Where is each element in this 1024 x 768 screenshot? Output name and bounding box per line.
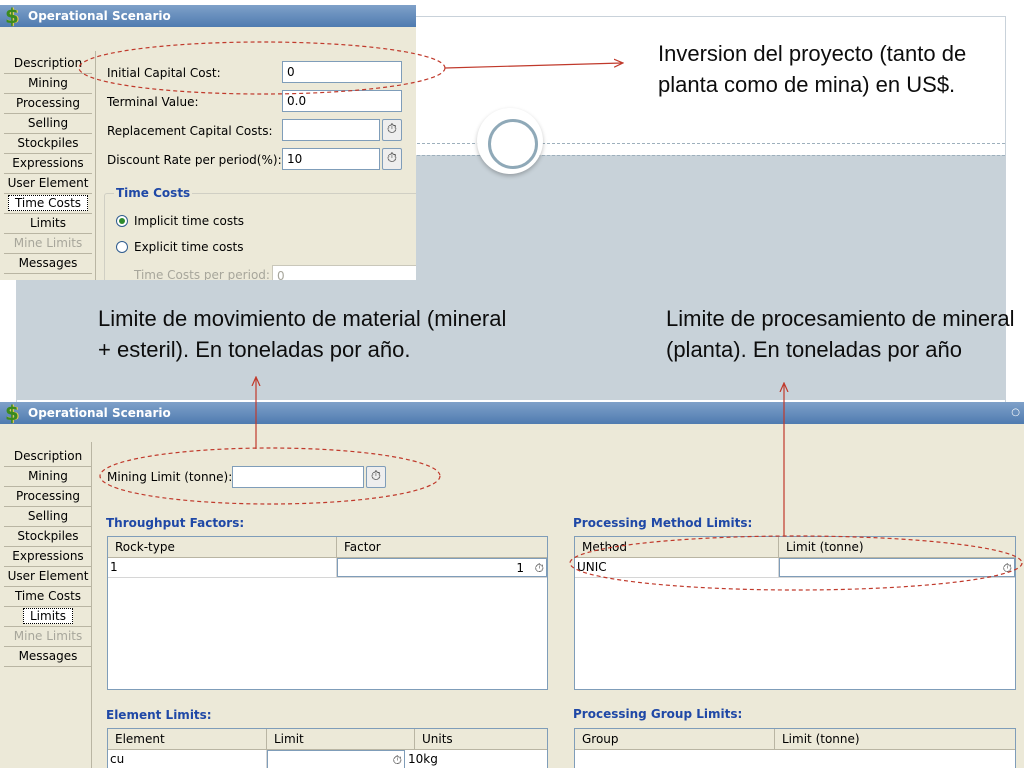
nav-item-messages[interactable]: Messages <box>4 647 92 667</box>
timer-icon: ⏱ <box>386 151 398 166</box>
throughput-factors-title: Throughput Factors: <box>106 516 245 530</box>
processing-method-limits-table: Method Limit (tonne) UNIC ⏱ <box>574 536 1016 690</box>
method-cell: UNIC <box>575 558 779 577</box>
column-header-factor[interactable]: Factor <box>337 537 548 558</box>
processing-method-limits-title: Processing Method Limits: <box>573 516 753 530</box>
element-cell: cu <box>108 750 267 768</box>
processing-group-limits-title: Processing Group Limits: <box>573 707 743 721</box>
table-row[interactable]: 1 1 ⏱ <box>108 558 547 578</box>
nav-item-user-element[interactable]: User Element <box>4 174 92 194</box>
note-processing-limit: Limite de procesamiento de mineral (plan… <box>666 306 1015 362</box>
time-costs-per-period-input: 0 <box>272 265 416 280</box>
timer-icon[interactable]: ⏱ <box>393 751 402 768</box>
terminal-value-label: Terminal Value: <box>107 95 199 109</box>
nav-item-messages[interactable]: Messages <box>4 254 92 274</box>
nav-item-mine-limits: Mine Limits <box>4 627 92 647</box>
dollar-sign-icon: $ <box>5 402 19 425</box>
column-header-rock-type[interactable]: Rock-type <box>108 537 337 558</box>
element-limit-cell[interactable]: ⏱ <box>267 750 405 768</box>
panel-title-bar: $ Operational Scenario ○ <box>0 402 1024 424</box>
throughput-factors-table: Rock-type Factor 1 1 ⏱ <box>107 536 548 690</box>
nav-item-stockpiles[interactable]: Stockpiles <box>4 134 92 154</box>
timer-icon: ⏱ <box>386 122 398 137</box>
slide-circle-ornament <box>477 108 543 174</box>
element-limits-table: Element Limit Units cu ⏱ 10kg <box>107 728 548 768</box>
units-cell: 10kg <box>408 752 438 766</box>
replacement-capital-costs-input[interactable] <box>282 119 380 141</box>
nav-item-limits[interactable]: Limits <box>4 214 92 234</box>
operational-scenario-panel-bottom: $ Operational Scenario ○ Description Min… <box>0 402 1024 768</box>
column-header-group[interactable]: Group <box>575 729 775 750</box>
nav-item-mining[interactable]: Mining <box>4 467 92 487</box>
nav-item-description[interactable]: Description <box>4 447 92 467</box>
time-costs-title: Time Costs <box>114 186 193 200</box>
initial-capital-cost-label: Initial Capital Cost: <box>107 66 221 80</box>
column-header-units[interactable]: Units <box>415 729 548 750</box>
column-header-element[interactable]: Element <box>108 729 267 750</box>
timer-icon: ⏱ <box>370 469 382 484</box>
nav-item-stockpiles[interactable]: Stockpiles <box>4 527 92 547</box>
nav-item-time-costs[interactable]: Time Costs <box>4 194 92 214</box>
terminal-value-input[interactable]: 0.0 <box>282 90 402 112</box>
table-header: Rock-type Factor <box>108 537 547 558</box>
radio-unselected-icon <box>116 241 128 253</box>
column-header-method[interactable]: Method <box>575 537 779 558</box>
panel-title: Operational Scenario <box>28 406 171 420</box>
operational-scenario-panel-top: $ Operational Scenario Description Minin… <box>0 5 416 280</box>
note-initial-capital: Inversion del proyecto (tanto de planta … <box>658 41 967 97</box>
limit-tonne-cell[interactable]: ⏱ <box>779 558 1015 577</box>
implicit-time-costs-radio[interactable]: Implicit time costs <box>116 214 244 228</box>
discount-rate-label: Discount Rate per period(%): <box>107 153 282 167</box>
pin-icon[interactable]: ○ <box>1011 402 1020 424</box>
panel-title-bar: $ Operational Scenario <box>0 5 416 27</box>
nav-item-expressions[interactable]: Expressions <box>4 547 92 567</box>
table-row[interactable]: UNIC ⏱ <box>575 558 1015 578</box>
discount-rate-timer-button[interactable]: ⏱ <box>382 148 402 170</box>
timer-icon[interactable]: ⏱ <box>1003 559 1012 578</box>
mining-limit-input[interactable] <box>232 466 364 488</box>
nav-item-processing[interactable]: Processing <box>4 94 92 114</box>
replacement-capital-timer-button[interactable]: ⏱ <box>382 119 402 141</box>
dollar-sign-icon: $ <box>5 5 19 28</box>
nav-item-selling[interactable]: Selling <box>4 114 92 134</box>
table-header: Method Limit (tonne) <box>575 537 1015 558</box>
mining-limit-label: Mining Limit (tonne): <box>107 470 233 484</box>
section-nav: Description Mining Processing Selling St… <box>4 447 92 667</box>
section-nav: Description Mining Processing Selling St… <box>4 54 92 274</box>
time-costs-per-period-label: Time Costs per period: <box>134 268 270 280</box>
explicit-time-costs-radio[interactable]: Explicit time costs <box>116 240 244 254</box>
factor-cell[interactable]: 1 ⏱ <box>337 558 547 577</box>
panel-title: Operational Scenario <box>28 9 171 23</box>
nav-item-time-costs[interactable]: Time Costs <box>4 587 92 607</box>
nav-item-expressions[interactable]: Expressions <box>4 154 92 174</box>
rock-type-cell: 1 <box>108 558 337 577</box>
nav-item-mining[interactable]: Mining <box>4 74 92 94</box>
column-header-limit-tonne[interactable]: Limit (tonne) <box>779 537 1015 558</box>
nav-divider <box>91 442 92 768</box>
replacement-capital-costs-label: Replacement Capital Costs: <box>107 124 273 138</box>
discount-rate-input[interactable]: 10 <box>282 148 380 170</box>
note-mining-limit: Limite de movimiento de material (minera… <box>98 306 507 362</box>
nav-divider <box>95 51 96 280</box>
column-header-limit[interactable]: Limit <box>267 729 415 750</box>
nav-item-mine-limits: Mine Limits <box>4 234 92 254</box>
timer-icon[interactable]: ⏱ <box>535 559 544 578</box>
nav-item-processing[interactable]: Processing <box>4 487 92 507</box>
initial-capital-cost-input[interactable]: 0 <box>282 61 402 83</box>
element-limits-title: Element Limits: <box>106 708 212 722</box>
radio-selected-icon <box>116 215 128 227</box>
column-header-limit-tonne[interactable]: Limit (tonne) <box>775 729 1015 750</box>
processing-group-limits-table: Group Limit (tonne) <box>574 728 1016 768</box>
nav-item-description[interactable]: Description <box>4 54 92 74</box>
mining-limit-timer-button[interactable]: ⏱ <box>366 466 386 488</box>
nav-item-limits[interactable]: Limits <box>4 607 92 627</box>
nav-item-user-element[interactable]: User Element <box>4 567 92 587</box>
table-row[interactable]: cu ⏱ 10kg <box>108 750 547 768</box>
table-header: Group Limit (tonne) <box>575 729 1015 750</box>
table-header: Element Limit Units <box>108 729 547 750</box>
nav-item-selling[interactable]: Selling <box>4 507 92 527</box>
